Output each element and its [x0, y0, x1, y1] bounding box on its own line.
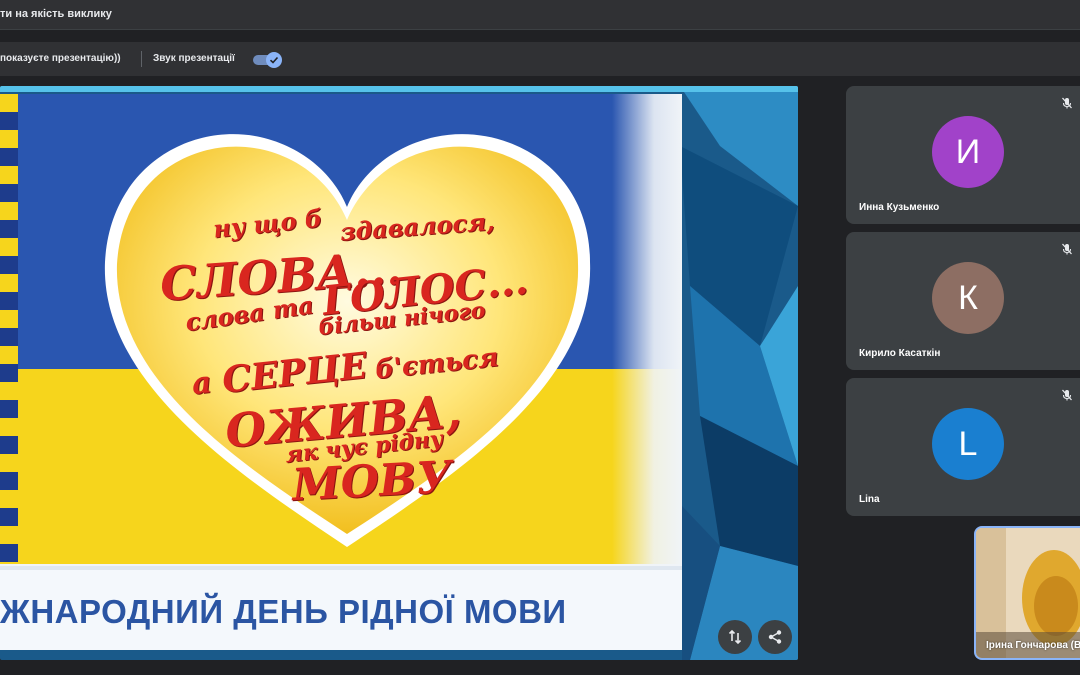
share-button[interactable] — [758, 620, 792, 654]
checkmark-icon — [266, 52, 282, 68]
slide-text-line8: мову — [290, 451, 454, 512]
presentation-stage: ну що б здавалося, слова... слова та гол… — [0, 86, 798, 660]
swap-vertical-icon — [728, 629, 742, 645]
avatar: К — [932, 262, 1004, 334]
avatar: L — [932, 408, 1004, 480]
presentation-sound-toggle[interactable] — [253, 52, 282, 68]
presenting-status: показуєте презентацію)) — [0, 53, 121, 64]
participant-name: Инна Кузьменко — [859, 202, 940, 213]
participant-name: Кирило Касаткін — [859, 348, 941, 359]
self-video-tile[interactable]: Ірина Гончарова (В — [974, 526, 1080, 660]
participant-tile[interactable]: L Lina — [846, 378, 1080, 516]
mic-off-icon — [1062, 97, 1072, 109]
participant-tile[interactable]: К Кирило Касаткін — [846, 232, 1080, 370]
ornament-border — [0, 94, 18, 564]
presentation-sound-label: Звук презентації — [153, 53, 235, 64]
participant-name: Lina — [859, 494, 880, 505]
share-icon — [768, 630, 782, 644]
mic-off-icon — [1062, 389, 1072, 401]
presentation-toolbar: показуєте презентацію)) Звук презентації — [0, 42, 1080, 76]
banner-title: жнародний день рідної мови — [0, 593, 567, 630]
avatar: И — [932, 116, 1004, 188]
participant-tile[interactable]: И Инна Кузьменко — [846, 86, 1080, 224]
mic-off-icon — [1062, 243, 1072, 255]
call-quality-link[interactable]: ти на якість виклику — [0, 8, 112, 20]
slide-edge-fade — [612, 94, 682, 564]
toolbar-divider — [141, 51, 142, 67]
self-name: Ірина Гончарова (В — [986, 640, 1080, 651]
slide-banner: жнародний день рідної мови — [0, 566, 682, 650]
top-bar: ти на якість виклику — [0, 0, 1080, 30]
slide-text-line5a: а — [190, 365, 214, 402]
swap-layout-button[interactable] — [718, 620, 752, 654]
presentation-slide: ну що б здавалося, слова... слова та гол… — [0, 94, 682, 650]
